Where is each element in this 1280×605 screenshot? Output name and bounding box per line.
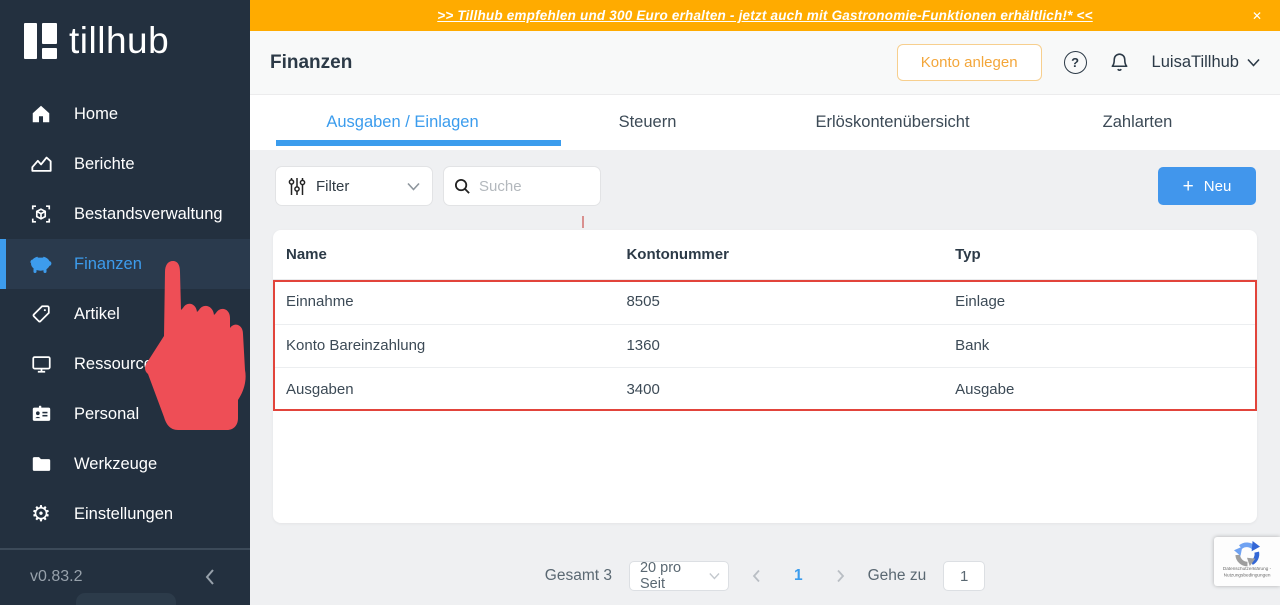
user-menu[interactable]: LuisaTillhub bbox=[1152, 53, 1260, 72]
column-header-kontonummer: Kontonummer bbox=[613, 246, 942, 263]
search-box bbox=[443, 166, 601, 206]
current-page-number[interactable]: 1 bbox=[784, 567, 813, 585]
chevron-down-icon bbox=[407, 182, 420, 191]
folder-icon bbox=[29, 452, 53, 476]
previous-page-button[interactable] bbox=[746, 569, 767, 583]
cell-kontonummer: 3400 bbox=[613, 381, 942, 398]
tillhub-logo[interactable]: tillhub bbox=[24, 22, 169, 59]
goto-page-input[interactable] bbox=[943, 561, 985, 591]
accounts-table: Name Kontonummer Typ Einnahme 8505 Einla… bbox=[273, 230, 1257, 523]
table-header-row: Name Kontonummer Typ bbox=[273, 230, 1257, 280]
notifications-bell-icon[interactable] bbox=[1109, 51, 1130, 74]
piggy-bank-icon bbox=[29, 252, 53, 276]
tillhub-app: tillhub Home Berichte bbox=[0, 0, 1280, 605]
help-icon[interactable]: ? bbox=[1064, 51, 1087, 74]
sidebar-item-label: Artikel bbox=[74, 305, 120, 324]
cell-typ: Bank bbox=[942, 337, 1257, 354]
sidebar-footer: v0.83.2 bbox=[0, 560, 250, 594]
column-header-typ: Typ bbox=[942, 246, 1257, 263]
filter-sliders-icon bbox=[288, 177, 306, 195]
chevron-left-icon bbox=[204, 568, 216, 586]
recaptcha-badge[interactable]: Datenschutzerklärung - Nutzungsbedingung… bbox=[1214, 537, 1280, 586]
user-name: LuisaTillhub bbox=[1152, 53, 1239, 72]
sidebar-divider bbox=[0, 548, 250, 550]
cell-kontonummer: 8505 bbox=[613, 293, 942, 310]
tag-icon bbox=[29, 302, 53, 326]
page-size-value: 20 pro Seit bbox=[640, 560, 709, 592]
tab-ausgaben-einlagen[interactable]: Ausgaben / Einlagen bbox=[280, 95, 525, 150]
chevron-down-icon bbox=[1247, 58, 1260, 67]
recaptcha-privacy-text[interactable]: Datenschutzerklärung - Nutzungsbedingung… bbox=[1223, 567, 1271, 579]
page-size-select[interactable]: 20 pro Seit bbox=[629, 561, 729, 591]
id-card-icon bbox=[29, 402, 53, 426]
sidebar-item-label: Finanzen bbox=[74, 255, 142, 274]
cell-kontonummer: 1360 bbox=[613, 337, 942, 354]
sidebar-item-einstellungen[interactable]: ⚙ Einstellungen bbox=[0, 489, 250, 539]
header-actions: Konto anlegen ? LuisaTillhub bbox=[897, 44, 1260, 81]
create-account-button[interactable]: Konto anlegen bbox=[897, 44, 1042, 81]
sidebar-item-label: Berichte bbox=[74, 155, 135, 174]
app-version-label: v0.83.2 bbox=[30, 568, 82, 586]
sidebar-item-werkzeuge[interactable]: Werkzeuge bbox=[0, 439, 250, 489]
page-title: Finanzen bbox=[270, 52, 352, 74]
home-icon bbox=[29, 102, 53, 126]
table-row[interactable]: Konto Bareinzahlung 1360 Bank bbox=[273, 324, 1257, 368]
main-content: Filter + Neu Name Kontonummer Typ Einnah… bbox=[250, 150, 1280, 605]
annotation-red-tick bbox=[582, 216, 584, 228]
cell-name: Ausgaben bbox=[273, 381, 613, 398]
sidebar-item-label: Home bbox=[74, 105, 118, 124]
chevron-down-icon bbox=[709, 572, 720, 580]
filter-dropdown[interactable]: Filter bbox=[275, 166, 433, 206]
new-button[interactable]: + Neu bbox=[1158, 167, 1256, 205]
new-button-label: Neu bbox=[1204, 178, 1232, 195]
close-icon[interactable]: ✕ bbox=[1252, 9, 1262, 23]
tillhub-logo-icon bbox=[24, 23, 57, 59]
recaptcha-icon bbox=[1234, 541, 1260, 567]
chart-icon bbox=[29, 152, 53, 176]
pointing-hand-annotation bbox=[142, 258, 252, 433]
chevron-right-icon bbox=[836, 569, 845, 583]
gear-icon: ⚙ bbox=[29, 502, 53, 526]
promo-banner-link[interactable]: >> Tillhub empfehlen und 300 Euro erhalt… bbox=[437, 8, 1092, 23]
pagination: Gesamt 3 20 pro Seit 1 Gehe zu bbox=[250, 560, 1280, 592]
sidebar-item-home[interactable]: Home bbox=[0, 89, 250, 139]
table-row[interactable]: Einnahme 8505 Einlage bbox=[273, 280, 1257, 324]
sidebar-item-label: Werkzeuge bbox=[74, 455, 157, 474]
column-header-name: Name bbox=[273, 246, 613, 263]
tillhub-logo-text: tillhub bbox=[69, 22, 169, 59]
search-input[interactable] bbox=[479, 178, 589, 195]
page-header: Finanzen Konto anlegen ? LuisaTillhub bbox=[250, 31, 1280, 95]
total-count-label: Gesamt 3 bbox=[545, 567, 612, 585]
sidebar-item-label: Einstellungen bbox=[74, 505, 173, 524]
section-tabs: Ausgaben / Einlagen Steuern Erlöskontenü… bbox=[250, 95, 1280, 150]
sidebar-bottom-nub bbox=[76, 593, 176, 605]
chevron-left-icon bbox=[752, 569, 761, 583]
tab-erloeskontenuebersicht[interactable]: Erlöskontenübersicht bbox=[770, 95, 1015, 150]
table-row[interactable]: Ausgaben 3400 Ausgabe bbox=[273, 367, 1257, 411]
goto-page-label: Gehe zu bbox=[868, 567, 927, 585]
cell-typ: Einlage bbox=[942, 293, 1257, 310]
tab-steuern[interactable]: Steuern bbox=[525, 95, 770, 150]
sidebar-collapse-button[interactable] bbox=[204, 568, 216, 586]
next-page-button[interactable] bbox=[830, 569, 851, 583]
sidebar-item-label: Bestandsverwaltung bbox=[74, 205, 223, 224]
inventory-cube-icon bbox=[29, 202, 53, 226]
sidebar-item-berichte[interactable]: Berichte bbox=[0, 139, 250, 189]
search-icon bbox=[454, 178, 471, 195]
sidebar-item-bestandsverwaltung[interactable]: Bestandsverwaltung bbox=[0, 189, 250, 239]
tab-zahlarten[interactable]: Zahlarten bbox=[1015, 95, 1260, 150]
promo-banner: >> Tillhub empfehlen und 300 Euro erhalt… bbox=[250, 0, 1280, 31]
cell-typ: Ausgabe bbox=[942, 381, 1257, 398]
filter-label: Filter bbox=[316, 178, 349, 195]
plus-icon: + bbox=[1183, 177, 1194, 196]
cell-name: Konto Bareinzahlung bbox=[273, 337, 613, 354]
monitor-icon bbox=[29, 352, 53, 376]
cell-name: Einnahme bbox=[273, 293, 613, 310]
sidebar-item-label: Personal bbox=[74, 405, 139, 424]
